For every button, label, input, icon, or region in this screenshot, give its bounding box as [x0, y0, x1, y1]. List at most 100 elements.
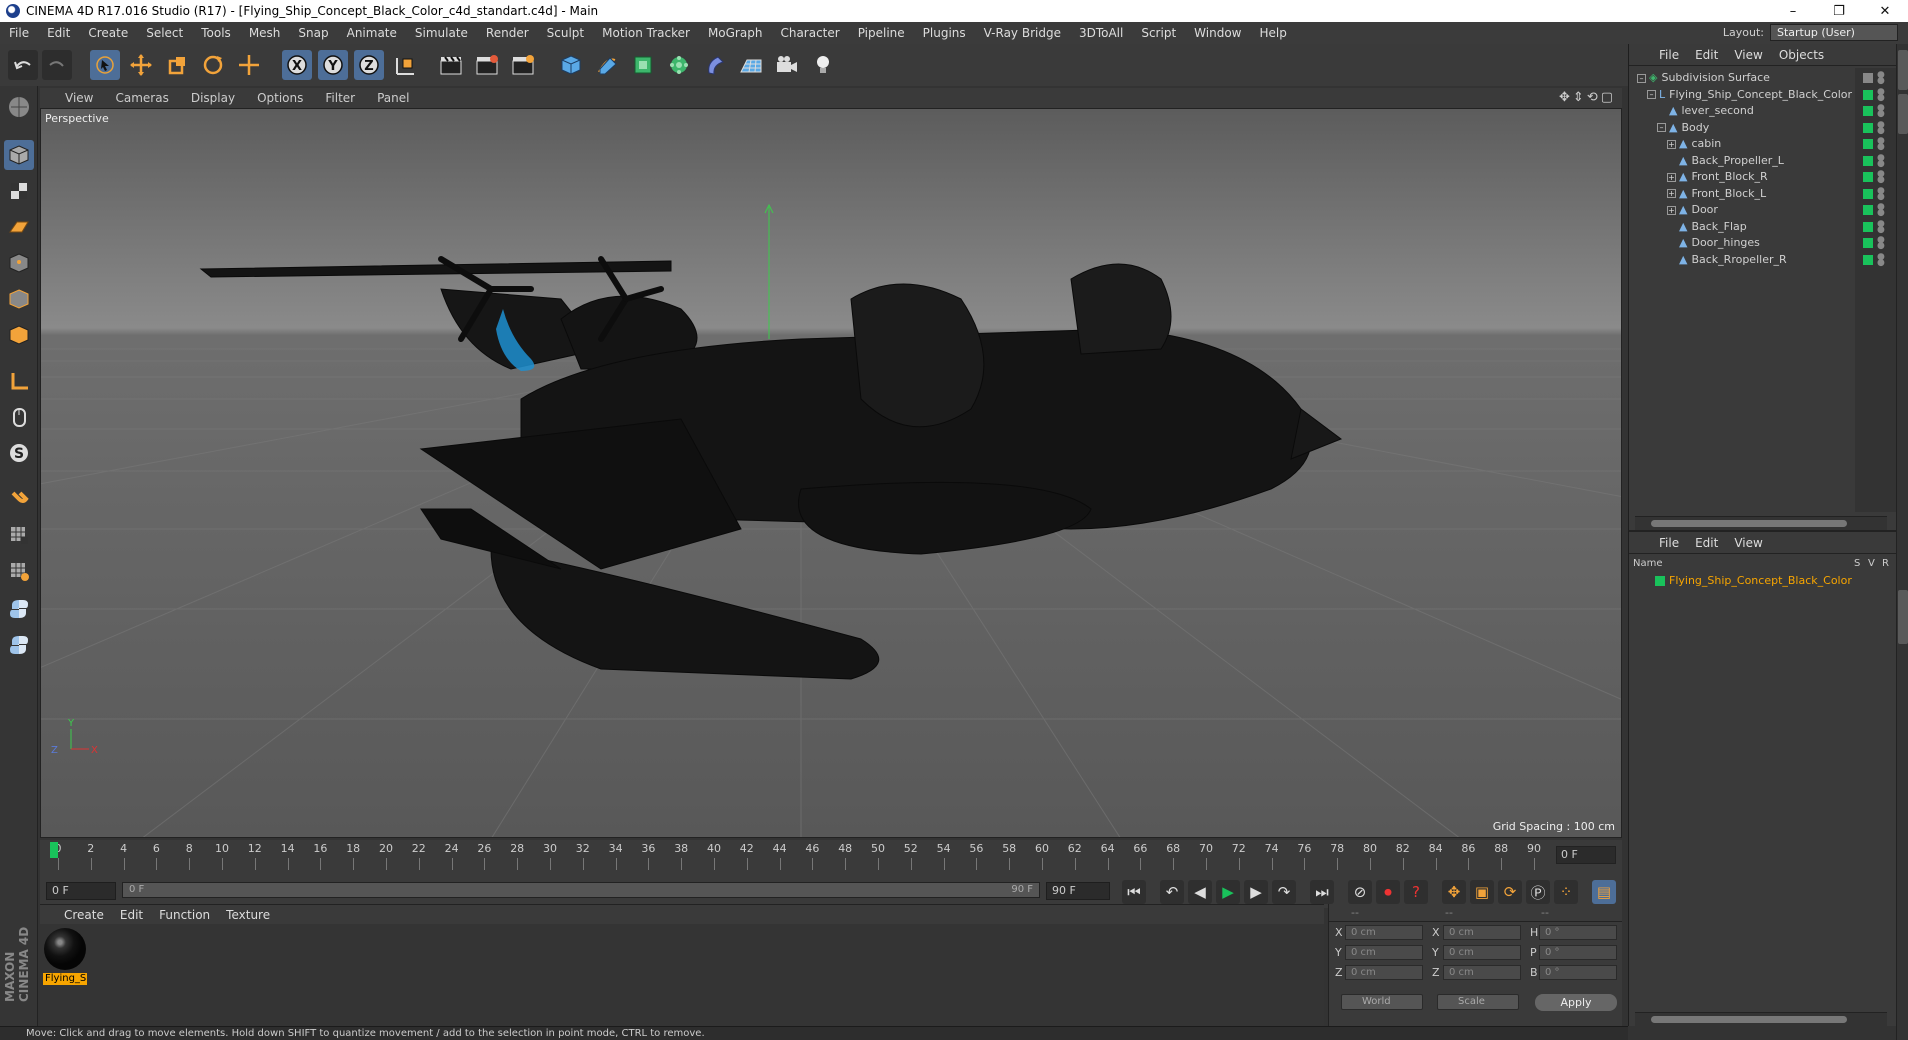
timeline-ticks[interactable]: 0 2 4 6 8 10 12 14 16 18 20 22 24 26 28 30 32 34 36 38 40 42 4… [48, 842, 1544, 874]
coordinate-system-button[interactable] [390, 50, 420, 80]
visibility-dots-icon[interactable]: ● ● [1877, 236, 1885, 251]
visibility-dots-icon[interactable]: ● ● [1877, 120, 1885, 135]
layer-scrollbar[interactable] [1635, 1012, 1887, 1026]
menu-pipeline[interactable]: Pipeline [849, 26, 914, 40]
menu-animate[interactable]: Animate [338, 26, 406, 40]
close-button[interactable]: ✕ [1862, 0, 1908, 22]
object-tree-row[interactable]: ▲ Back_Rropeller_R [1633, 250, 1855, 270]
playhead-marker[interactable] [50, 842, 58, 858]
viewport-menu-display[interactable]: Display [180, 91, 246, 105]
make-editable-button[interactable] [4, 92, 34, 122]
points-mode-button[interactable] [4, 248, 34, 278]
edges-mode-button[interactable] [4, 284, 34, 314]
menu-snap[interactable]: Snap [289, 26, 337, 40]
layer-color-flag[interactable] [1863, 73, 1873, 83]
texture-mode-button[interactable] [4, 176, 34, 206]
expand-toggle-icon[interactable]: – [1647, 90, 1656, 99]
menu-window[interactable]: Window [1185, 26, 1250, 40]
material-menu-edit[interactable]: Edit [112, 908, 151, 922]
layer-menu-view[interactable]: View [1726, 536, 1770, 550]
visibility-dots-icon[interactable]: ● ● [1877, 71, 1885, 86]
layer-menu-file[interactable]: File [1651, 536, 1687, 550]
expand-toggle-icon[interactable]: + [1667, 205, 1676, 215]
menu-sculpt[interactable]: Sculpt [538, 26, 593, 40]
size-y-field[interactable]: 0 cm [1443, 945, 1521, 960]
undo-button[interactable] [8, 50, 38, 80]
rot-p-field[interactable]: 0 ° [1539, 945, 1617, 960]
viewport-nav-icons[interactable]: ✥⇕⟲▢ [1559, 90, 1616, 105]
workplane-mode-button[interactable] [4, 212, 34, 242]
menu-simulate[interactable]: Simulate [406, 26, 477, 40]
object-menu-view[interactable]: View [1726, 48, 1770, 62]
layer-color-flag[interactable] [1863, 205, 1873, 215]
magnet-button[interactable] [4, 484, 34, 514]
restore-button[interactable]: ❐ [1816, 0, 1862, 22]
polygons-mode-button[interactable] [4, 320, 34, 350]
expand-toggle-icon[interactable]: – [1637, 73, 1646, 83]
next-key-button[interactable]: ↷ [1272, 880, 1296, 904]
side-tab-attributes[interactable] [1898, 590, 1908, 644]
key-parameter-button[interactable]: Ⓟ [1526, 880, 1550, 904]
visibility-dots-icon[interactable]: ● ● [1877, 87, 1885, 102]
render-picture-viewer-button[interactable] [472, 50, 502, 80]
layer-color-flag[interactable] [1863, 139, 1873, 149]
size-z-field[interactable]: 0 cm [1443, 965, 1521, 980]
spline-pen-button[interactable] [592, 50, 622, 80]
layer-color-flag[interactable] [1863, 238, 1873, 248]
rot-h-field[interactable]: 0 ° [1539, 925, 1617, 940]
object-menu-objects[interactable]: Objects [1771, 48, 1832, 62]
expand-toggle-icon[interactable]: + [1667, 139, 1676, 149]
key-pla-button[interactable]: ⁘ [1554, 880, 1578, 904]
recent-tool-button[interactable] [234, 50, 264, 80]
layer-color-flag[interactable] [1863, 172, 1873, 182]
pos-z-field[interactable]: 0 cm [1345, 965, 1423, 980]
menu-file[interactable]: File [0, 26, 38, 40]
side-tab-content[interactable] [1898, 94, 1908, 134]
tweak-mode-button[interactable] [4, 402, 34, 432]
menu-select[interactable]: Select [137, 26, 192, 40]
layer-scrollbar-thumb[interactable] [1651, 1016, 1847, 1023]
pos-x-field[interactable]: 0 cm [1345, 925, 1423, 940]
key-rotation-button[interactable]: ⟳ [1498, 880, 1522, 904]
object-menu-file[interactable]: File [1651, 48, 1687, 62]
material-menu-function[interactable]: Function [151, 908, 218, 922]
layer-color-flag[interactable] [1863, 122, 1873, 133]
material-preview-sphere[interactable] [44, 928, 86, 970]
previous-key-button[interactable]: ↶ [1160, 880, 1184, 904]
menu-edit[interactable]: Edit [38, 26, 79, 40]
go-to-end-button[interactable]: ⏭ [1310, 880, 1334, 904]
previous-frame-button[interactable]: ◀ [1188, 880, 1212, 904]
lock-y-axis-button[interactable]: Y [318, 50, 348, 80]
apply-button[interactable]: Apply [1535, 994, 1617, 1011]
menu-create[interactable]: Create [79, 26, 137, 40]
object-scrollbar-thumb[interactable] [1651, 520, 1847, 527]
go-to-start-button[interactable]: ⏮ [1122, 880, 1146, 904]
size-x-field[interactable]: 0 cm [1443, 925, 1521, 940]
viewport-menu-cameras[interactable]: Cameras [104, 91, 179, 105]
menu-motion-tracker[interactable]: Motion Tracker [593, 26, 699, 40]
live-selection-button[interactable] [90, 50, 120, 80]
end-frame-field[interactable]: 90 F [1046, 882, 1110, 900]
visibility-dots-icon[interactable]: ● ● [1877, 153, 1885, 168]
play-button[interactable]: ▶ [1216, 880, 1240, 904]
camera-button[interactable] [772, 50, 802, 80]
layer-color-flag[interactable] [1863, 106, 1873, 116]
viewport-menu-panel[interactable]: Panel [366, 91, 420, 105]
coordinate-mode-dropdown[interactable]: World [1341, 994, 1423, 1010]
axis-mode-button[interactable] [4, 366, 34, 396]
key-position-button[interactable]: ✥ [1442, 880, 1466, 904]
model-mode-button[interactable] [4, 140, 34, 170]
layout-select[interactable]: Startup (User) [1770, 24, 1898, 41]
visibility-dots-icon[interactable]: ● ● [1877, 252, 1885, 267]
visibility-dots-icon[interactable]: ● ● [1877, 137, 1885, 152]
floor-button[interactable] [736, 50, 766, 80]
minimize-button[interactable]: – [1770, 0, 1816, 22]
render-settings-button[interactable] [508, 50, 538, 80]
menu-vray-bridge[interactable]: V-Ray Bridge [975, 26, 1070, 40]
deformer-button[interactable] [700, 50, 730, 80]
expand-toggle-icon[interactable]: + [1667, 172, 1676, 182]
layer-color-flag[interactable] [1863, 254, 1873, 265]
material-name-label[interactable]: Flying_S [43, 973, 87, 985]
menu-character[interactable]: Character [771, 26, 848, 40]
menu-mograph[interactable]: MoGraph [699, 26, 772, 40]
